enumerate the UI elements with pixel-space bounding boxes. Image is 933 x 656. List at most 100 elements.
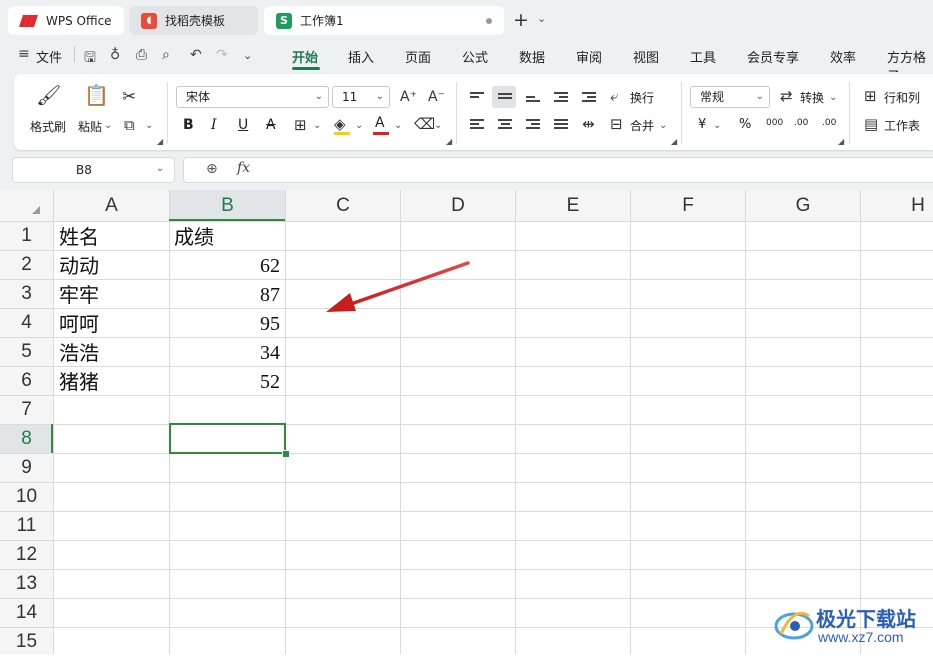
menu-member[interactable]: 会员专享: [747, 47, 799, 66]
row-header-2[interactable]: 2: [0, 250, 53, 279]
menu-formulas[interactable]: 公式: [462, 47, 488, 66]
row-header-6[interactable]: 6: [0, 366, 53, 395]
align-middle-icon[interactable]: [498, 93, 512, 101]
column-header-d[interactable]: D: [401, 190, 515, 221]
undo-icon[interactable]: ↶: [190, 47, 202, 63]
cell-a4[interactable]: 呵呵: [59, 309, 99, 338]
cell-b2[interactable]: 62: [170, 251, 280, 280]
decrease-decimal-button[interactable]: .00: [822, 118, 836, 128]
convert-icon[interactable]: ⇄: [780, 88, 793, 104]
merge-button[interactable]: 合并: [630, 117, 654, 134]
zoom-search-icon[interactable]: ⊕: [206, 161, 218, 177]
number-format-select[interactable]: 常规 ⌄: [690, 86, 770, 108]
row-header-8[interactable]: 8: [0, 424, 53, 453]
row-header-5[interactable]: 5: [0, 337, 53, 366]
increase-font-icon[interactable]: A⁺: [400, 89, 417, 105]
increase-indent-icon[interactable]: [582, 92, 596, 104]
chevron-down-icon[interactable]: ⌄: [313, 120, 321, 131]
menu-tools[interactable]: 工具: [690, 47, 716, 66]
menu-review[interactable]: 审阅: [576, 47, 602, 66]
tab-find-template[interactable]: ◖ 找稻壳模板: [129, 6, 258, 35]
menu-insert[interactable]: 插入: [348, 47, 374, 66]
hamburger-menu-icon[interactable]: ≡: [18, 46, 30, 62]
cut-icon[interactable]: ✂: [122, 89, 136, 106]
unsaved-dot-icon[interactable]: [486, 18, 492, 24]
cell-a3[interactable]: 牢牢: [59, 280, 99, 309]
underline-button[interactable]: U: [238, 117, 248, 133]
chevron-down-icon[interactable]: ⌄: [394, 120, 402, 131]
cell-a2[interactable]: 动动: [59, 251, 99, 280]
chevron-down-icon[interactable]: ⌄: [156, 163, 164, 174]
row-col-icon[interactable]: ⊞: [864, 88, 877, 104]
redo-icon[interactable]: ↷: [216, 47, 228, 63]
chevron-down-icon[interactable]: ⌄: [537, 12, 546, 25]
column-header-g[interactable]: G: [746, 190, 860, 221]
menu-home[interactable]: 开始: [292, 47, 318, 66]
row-header-7[interactable]: 7: [0, 395, 53, 424]
cell-b3[interactable]: 87: [170, 280, 280, 309]
worksheet-button[interactable]: 工作表: [884, 117, 920, 134]
align-center-icon[interactable]: [498, 119, 512, 131]
chevron-down-icon[interactable]: ⌄: [434, 120, 442, 131]
row-header-4[interactable]: 4: [0, 308, 53, 337]
worksheet-icon[interactable]: ▤: [864, 116, 878, 132]
dialog-launcher-icon[interactable]: ◢: [838, 137, 844, 146]
currency-button[interactable]: ¥: [698, 117, 706, 132]
column-header-c[interactable]: C: [286, 190, 400, 221]
chevron-down-icon[interactable]: ⌄: [829, 92, 837, 103]
justify-icon[interactable]: [554, 119, 568, 131]
menu-data[interactable]: 数据: [519, 47, 545, 66]
row-header-9[interactable]: 9: [0, 453, 53, 482]
cell-a6[interactable]: 猪猪: [59, 367, 99, 396]
merge-cells-icon[interactable]: ⊟: [610, 116, 623, 132]
bold-button[interactable]: B: [183, 117, 194, 133]
thousands-button[interactable]: 000: [766, 118, 783, 128]
paste-label[interactable]: 粘贴: [78, 118, 102, 135]
export-pdf-icon[interactable]: ♁: [110, 47, 120, 63]
fill-handle[interactable]: [282, 450, 290, 458]
italic-button[interactable]: I: [211, 117, 217, 133]
row-header-12[interactable]: 12: [0, 540, 53, 569]
dialog-launcher-icon[interactable]: ◢: [446, 137, 452, 146]
percent-button[interactable]: %: [739, 117, 751, 132]
strikethrough-button[interactable]: A: [266, 117, 276, 133]
align-bottom-icon[interactable]: [526, 96, 540, 104]
tab-wps-office[interactable]: WPS Office: [8, 6, 124, 35]
formula-input[interactable]: [183, 157, 933, 183]
cell-b1[interactable]: 成绩: [174, 222, 214, 251]
chevron-down-icon[interactable]: ⌄: [243, 49, 252, 62]
menu-page[interactable]: 页面: [405, 47, 431, 66]
print-icon[interactable]: ⎙: [136, 47, 147, 63]
new-tab-plus-icon[interactable]: +: [513, 9, 529, 31]
decrease-indent-icon[interactable]: [554, 92, 568, 104]
format-painter-label[interactable]: 格式刷: [30, 118, 66, 135]
paste-icon[interactable]: 📋: [84, 85, 109, 105]
chevron-down-icon[interactable]: ⌄: [713, 120, 721, 131]
cell-selection-b8[interactable]: [169, 423, 286, 454]
name-box[interactable]: [12, 157, 175, 183]
font-size-select[interactable]: 11 ⌄: [332, 86, 390, 108]
row-col-button[interactable]: 行和列: [884, 89, 920, 106]
row-header-15[interactable]: 15: [0, 627, 53, 656]
row-header-1[interactable]: 1: [0, 221, 53, 250]
column-header-h[interactable]: H: [861, 190, 933, 221]
menu-file[interactable]: 文件: [36, 47, 62, 66]
row-header-11[interactable]: 11: [0, 511, 53, 540]
dialog-launcher-icon[interactable]: ◢: [157, 137, 163, 146]
wrap-text-button[interactable]: 换行: [630, 89, 654, 106]
dialog-launcher-icon[interactable]: ◢: [671, 137, 677, 146]
column-header-e[interactable]: E: [516, 190, 630, 221]
cell-a5[interactable]: 浩浩: [59, 338, 99, 367]
row-header-14[interactable]: 14: [0, 598, 53, 627]
copy-icon[interactable]: ⧉: [124, 117, 135, 133]
format-painter-icon[interactable]: 🖌: [36, 85, 61, 105]
borders-icon[interactable]: ⊞: [294, 117, 307, 133]
chevron-down-icon[interactable]: ⌄: [659, 120, 667, 131]
row-header-3[interactable]: 3: [0, 279, 53, 308]
wrap-text-icon[interactable]: ⤶: [610, 88, 618, 104]
menu-view[interactable]: 视图: [633, 47, 659, 66]
align-top-icon[interactable]: [470, 92, 484, 100]
decrease-font-icon[interactable]: A⁻: [428, 89, 445, 105]
cell-b4[interactable]: 95: [170, 309, 280, 338]
cell-b5[interactable]: 34: [170, 338, 280, 367]
